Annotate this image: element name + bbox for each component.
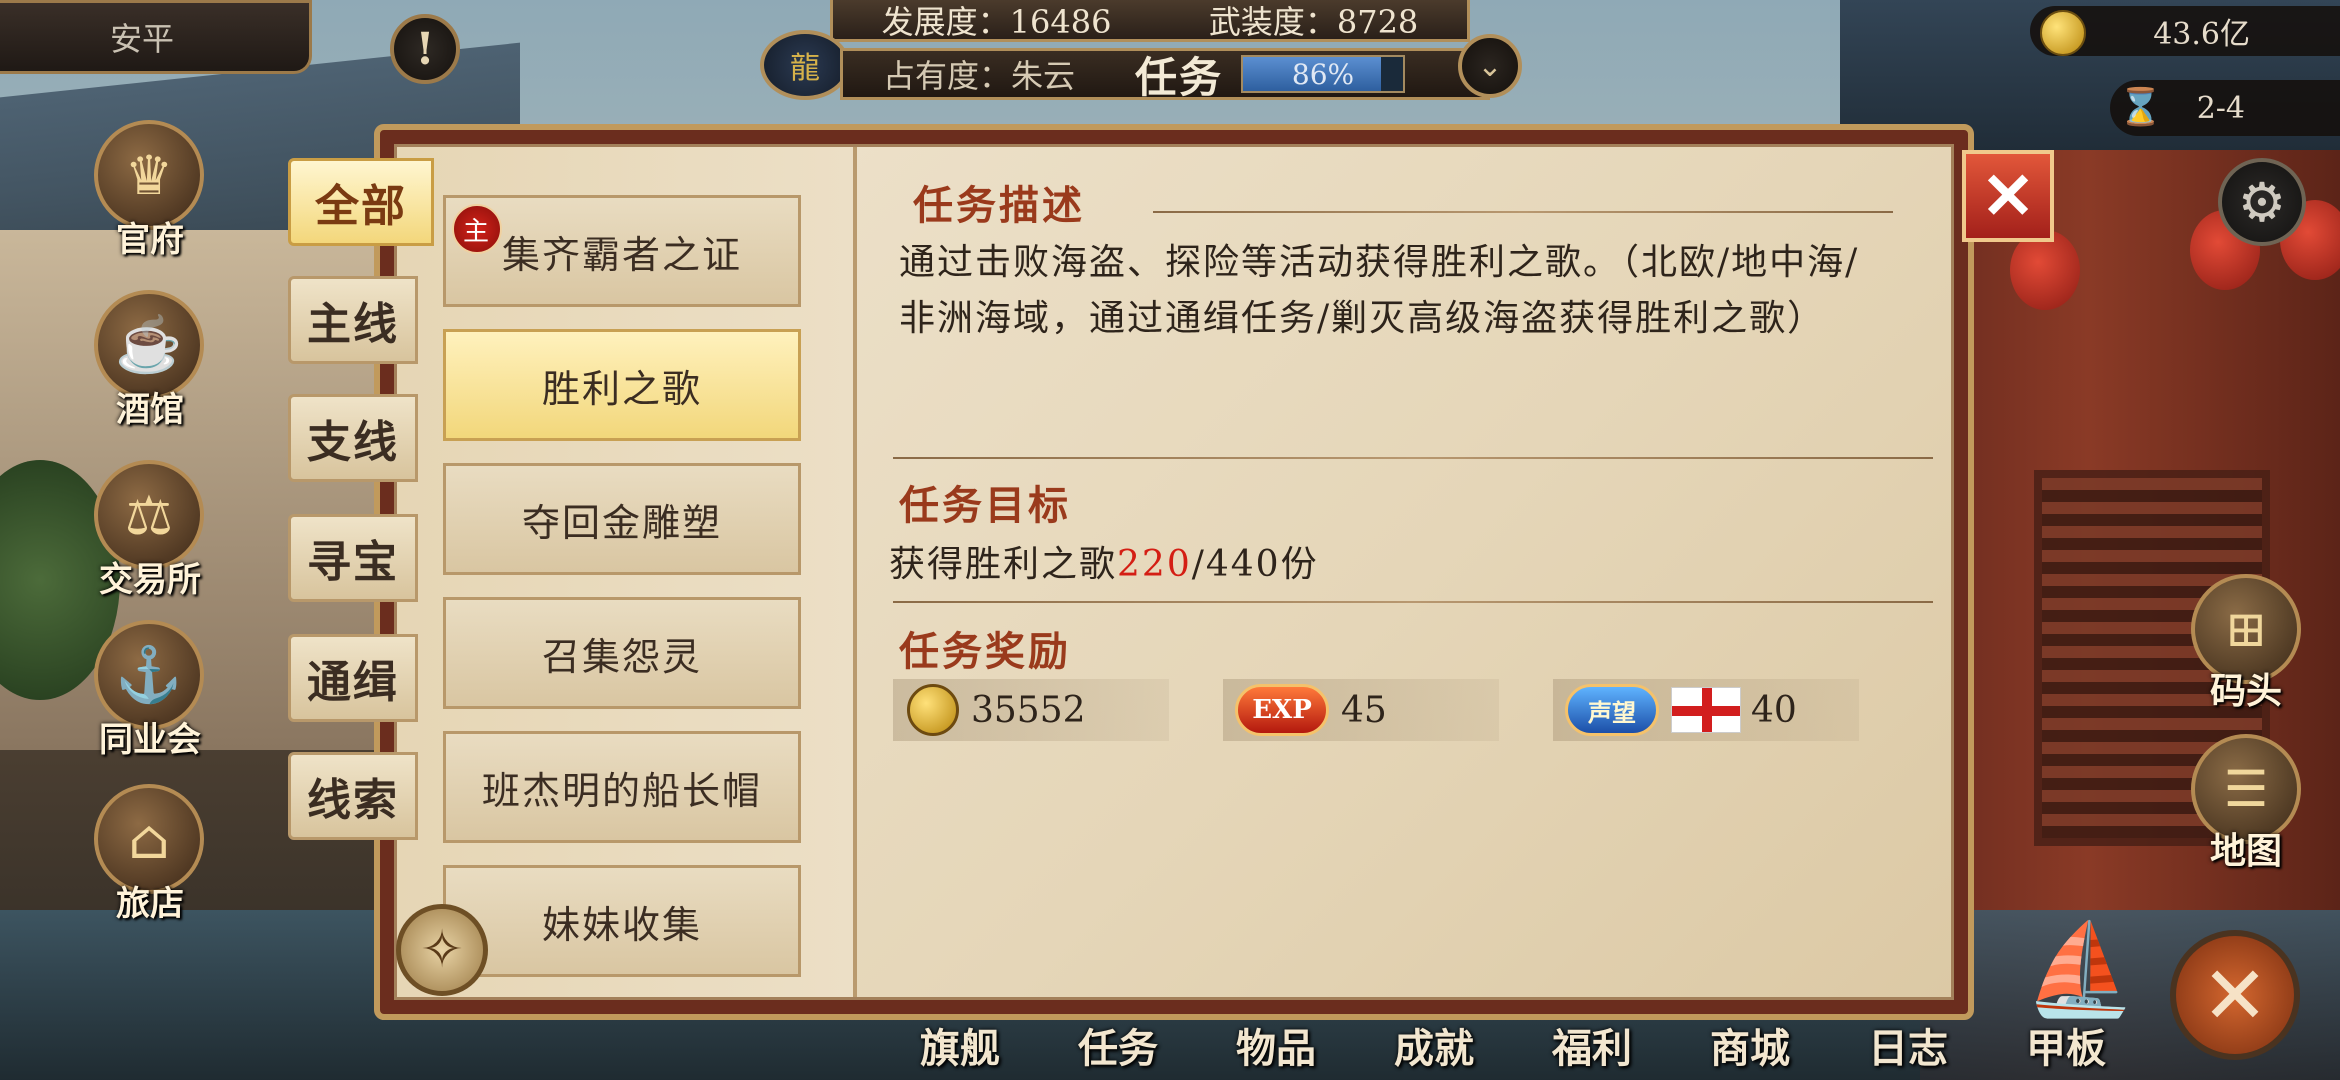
quest-list-panel: 主 集齐霸者之证 胜利之歌 夺回金雕塑 召集怨灵 班杰明的船长帽 妹妹收集 <box>397 147 857 997</box>
quest-name: 集齐霸者之证 <box>501 232 742 277</box>
gold-amount: 43.6亿 <box>2153 17 2250 52</box>
dialog-parchment: 主 集齐霸者之证 胜利之歌 夺回金雕塑 召集怨灵 班杰明的船长帽 妹妹收集 任务… <box>394 144 1954 1000</box>
tab-treasure[interactable]: 寻宝 <box>288 514 418 602</box>
reward-exp: EXP 45 <box>1223 679 1499 741</box>
exp-icon: EXP <box>1235 684 1329 736</box>
quest-item[interactable]: 夺回金雕塑 <box>443 463 801 575</box>
quest-name: 胜利之歌 <box>541 366 702 411</box>
tab-all[interactable]: 全部 <box>288 158 434 246</box>
bottom-nav-log[interactable]: 日志 <box>1868 1016 1948 1080</box>
quest-name: 夺回金雕塑 <box>521 500 722 545</box>
reward-reputation: 声望 40 <box>1553 679 1859 741</box>
quest-item-selected[interactable]: 胜利之歌 <box>443 329 801 441</box>
nav-label: 官府 <box>116 220 184 260</box>
goal-prefix: 获得胜利之歌 <box>889 544 1118 585</box>
close-icon[interactable]: ✕ <box>1962 150 2054 242</box>
chevron-down-icon[interactable]: ⌄ <box>1458 34 1522 98</box>
nav-item-dock[interactable]: ⊞ 码头 <box>2186 574 2306 724</box>
nav-item-inn[interactable]: ⌂ 旅店 <box>80 784 220 944</box>
quest-detail: 任务描述 通过击败海盗、探险等活动获得胜利之歌。（北欧/地中海/非洲海域，通过通… <box>873 147 1951 997</box>
dragon-emblem-icon[interactable]: 龍 <box>760 30 850 100</box>
hourglass-icon: ⌛ <box>2118 87 2163 128</box>
nav-item-map[interactable]: ☰ 地图 <box>2186 734 2306 884</box>
bottom-nav-quests[interactable]: 任务 <box>1078 1016 1158 1080</box>
reward-title: 任务奖励 <box>899 628 1071 675</box>
england-flag-icon <box>1671 687 1741 733</box>
player-name[interactable]: 安平 <box>0 0 312 74</box>
bottom-nav-flagship[interactable]: 旗舰 <box>920 1016 1000 1080</box>
goal-title: 任务目标 <box>899 482 1071 529</box>
occupancy-stat: 占有度：朱云 <box>883 57 1076 95</box>
description-text: 通过击败海盗、探险等活动获得胜利之歌。（北欧/地中海/非洲海域，通过通缉任务/剿… <box>899 242 1860 339</box>
divider <box>893 457 1933 459</box>
quest-name: 妹妹收集 <box>541 902 702 947</box>
description-title: 任务描述 <box>913 182 1085 229</box>
quest-item[interactable]: 主 集齐霸者之证 <box>443 195 801 307</box>
quest-item[interactable]: 妹妹收集 <box>443 865 801 977</box>
divider <box>1153 211 1893 213</box>
crossed-swords-icon[interactable]: ✕ <box>2170 930 2300 1060</box>
quest-progress-bar: 86% <box>1241 55 1406 93</box>
compass-icon[interactable]: ✧ <box>396 904 488 996</box>
bottom-nav-deck[interactable]: 甲板 <box>2026 1016 2106 1080</box>
quest-title: 任务 <box>1135 52 1224 102</box>
reputation-icon: 声望 <box>1565 684 1659 736</box>
quest-name: 召集怨灵 <box>541 634 702 679</box>
gear-icon[interactable]: ⚙ <box>2218 158 2306 246</box>
nav-item-government[interactable]: ♛ 官府 <box>80 120 220 280</box>
bottom-nav-items[interactable]: 物品 <box>1236 1016 1316 1080</box>
nav-item-exchange[interactable]: ⚖ 交易所 <box>80 460 220 620</box>
tab-side[interactable]: 支线 <box>288 394 418 482</box>
bottom-nav: 旗舰 任务 物品 成就 福利 商城 日志 甲板 <box>920 1016 2120 1080</box>
nav-label: 旅店 <box>116 884 184 924</box>
nav-label: 同业会 <box>99 720 201 760</box>
bottom-nav-achievements[interactable]: 成就 <box>1394 1016 1474 1080</box>
nav-item-tavern[interactable]: ☕ 酒馆 <box>80 290 220 450</box>
ship-icon[interactable]: ⛵ <box>2020 910 2140 1030</box>
quest-dialog: 主 集齐霸者之证 胜利之歌 夺回金雕塑 召集怨灵 班杰明的船长帽 妹妹收集 任务… <box>374 124 1974 1020</box>
goal-suffix: /440份 <box>1191 544 1319 585</box>
stats-strip: 发展度：16486 武装度：8728 <box>830 0 1470 42</box>
development-stat: 发展度：16486 <box>881 2 1112 41</box>
gold-display: 43.6亿 <box>2030 6 2340 56</box>
bottom-nav-welfare[interactable]: 福利 <box>1552 1016 1632 1080</box>
lantern <box>2010 230 2080 310</box>
quest-strip[interactable]: 占有度：朱云 任务 86% <box>840 48 1490 102</box>
armament-stat: 武装度：8728 <box>1208 2 1419 41</box>
bottom-nav-shop[interactable]: 商城 <box>1710 1016 1790 1080</box>
quest-item[interactable]: 召集怨灵 <box>443 597 801 709</box>
gold-coin-icon <box>907 684 959 736</box>
goal-text: 获得胜利之歌220/440份 <box>889 535 1319 587</box>
tab-clue[interactable]: 线索 <box>288 752 418 840</box>
gold-coin-icon <box>2040 10 2086 56</box>
progress-text: 86% <box>1291 57 1355 91</box>
main-quest-badge: 主 <box>452 204 502 254</box>
reward-reputation-value: 40 <box>1751 689 1797 731</box>
reward-exp-value: 45 <box>1341 689 1387 731</box>
nav-item-guild[interactable]: ⚓ 同业会 <box>80 620 220 780</box>
nav-label: 交易所 <box>99 560 201 600</box>
tab-bounty[interactable]: 通缉 <box>288 634 418 722</box>
reward-gold: 35552 <box>893 679 1169 741</box>
divider <box>893 601 1933 603</box>
goal-current: 220 <box>1117 544 1192 585</box>
reward-gold-value: 35552 <box>971 689 1086 731</box>
quest-name: 班杰明的船长帽 <box>481 768 762 813</box>
time-display: ⌛ 2-4 <box>2110 80 2340 136</box>
alert-icon[interactable]: ! <box>390 14 460 84</box>
nav-label: 酒馆 <box>116 390 184 430</box>
tab-main[interactable]: 主线 <box>288 276 418 364</box>
nav-label: 地图 <box>2209 830 2282 872</box>
top-status-panel: 发展度：16486 武装度：8728 龍 占有度：朱云 任务 86% ⌄ <box>760 0 1540 102</box>
quest-item[interactable]: 班杰明的船长帽 <box>443 731 801 843</box>
nav-label: 码头 <box>2209 670 2282 712</box>
time-value: 2-4 <box>2196 90 2245 126</box>
